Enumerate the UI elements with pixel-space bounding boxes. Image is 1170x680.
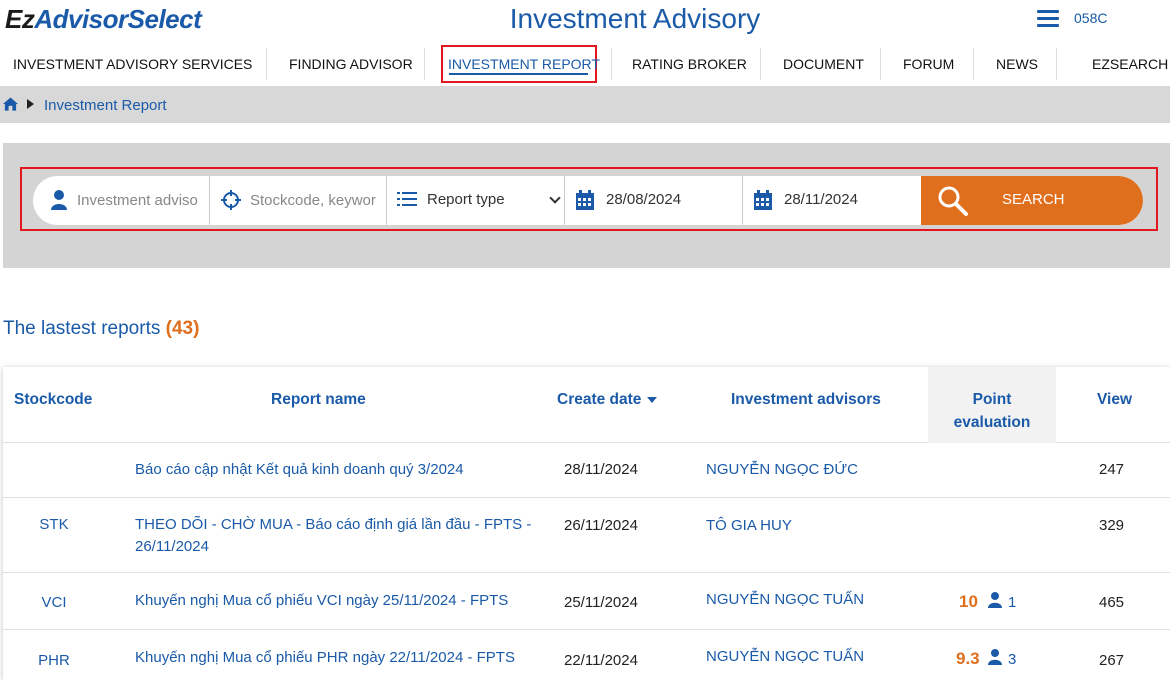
reports-count: (43) [165, 318, 200, 339]
nav-divider [1056, 48, 1057, 80]
row-raters: 3 [1008, 651, 1017, 668]
search-bar: Investment adviso Stockcode, keywor Repo… [33, 176, 1143, 225]
nav-divider [880, 48, 881, 80]
keyword-placeholder: Stockcode, keywor [250, 192, 376, 209]
row-report-name[interactable]: Khuyến nghị Mua cổ phiếu PHR ngày 22/11/… [135, 647, 535, 669]
top-bar: EzAdvisorSelect Investment Advisory 058C [0, 0, 1170, 42]
col-point-line2: evaluation [953, 414, 1031, 431]
row-stockcode[interactable]: VCI [6, 594, 102, 611]
row-advisor[interactable]: NGUYỄN NGỌC ĐỨC [706, 461, 858, 478]
row-view: 247 [1099, 461, 1125, 478]
table-row[interactable]: PHR Khuyến nghị Mua cổ phiếu PHR ngày 22… [3, 630, 1170, 680]
col-advisors[interactable]: Investment advisors [731, 391, 881, 409]
nav-forum[interactable]: FORUM [903, 42, 954, 86]
col-stockcode[interactable]: Stockcode [14, 391, 92, 409]
crosshair-icon [221, 190, 241, 210]
nav-rating-broker[interactable]: RATING BROKER [632, 42, 747, 86]
nav-news[interactable]: NEWS [996, 42, 1038, 86]
table-row[interactable]: VCI Khuyến nghị Mua cổ phiếu VCI ngày 25… [3, 573, 1170, 630]
row-report-name[interactable]: Báo cáo cập nhật Kết quả kinh doanh quý … [135, 459, 535, 481]
page-title: Investment Advisory [509, 3, 761, 34]
search-panel: Investment adviso Stockcode, keywor Repo… [3, 143, 1170, 268]
breadcrumb: Investment Report [0, 86, 1170, 123]
user-code[interactable]: 058C [1074, 10, 1107, 26]
row-advisor[interactable]: NGUYỄN NGỌC TUẤN [706, 591, 864, 608]
date-from-input[interactable]: 28/08/2024 [565, 176, 743, 225]
row-stockcode[interactable]: PHR [6, 652, 102, 669]
row-report-name[interactable]: Khuyến nghị Mua cổ phiếu VCI ngày 25/11/… [135, 590, 535, 612]
reports-table: Stockcode Report name Create date Invest… [3, 367, 1170, 680]
nav-divider [266, 48, 267, 80]
person-icon [988, 592, 1002, 608]
nav-investment-advisory-services[interactable]: INVESTMENT ADVISORY SERVICES [13, 42, 252, 86]
main-nav: INVESTMENT ADVISORY SERVICES FINDING ADV… [0, 42, 1170, 86]
report-type-value: Report type [427, 191, 505, 208]
row-view: 267 [1099, 652, 1125, 669]
calendar-icon [754, 190, 772, 210]
advisor-input[interactable]: Investment adviso [33, 176, 210, 225]
search-button-label: SEARCH [1002, 191, 1065, 208]
col-report-name[interactable]: Report name [271, 391, 366, 409]
nav-divider [760, 48, 761, 80]
date-to-value: 28/11/2024 [784, 191, 858, 208]
row-view: 465 [1099, 594, 1125, 611]
list-icon [397, 192, 417, 206]
advisor-placeholder: Investment adviso [77, 192, 198, 209]
nav-ezsearch[interactable]: EZSEARCH [1092, 42, 1168, 86]
row-advisor[interactable]: TÔ GIA HUY [706, 517, 792, 534]
breadcrumb-arrow-icon [27, 99, 34, 109]
table-header: Stockcode Report name Create date Invest… [3, 367, 1170, 443]
nav-active-underline [449, 73, 588, 75]
row-report-name[interactable]: THEO DÕI - CHỜ MUA - Báo cáo định giá lầ… [135, 514, 535, 558]
row-point: 9.3 [956, 649, 980, 668]
person-icon [988, 649, 1002, 665]
col-point-line1: Point [972, 391, 1012, 408]
col-point-evaluation[interactable]: Point evaluation [928, 367, 1056, 443]
nav-divider [424, 48, 425, 80]
nav-divider [611, 48, 612, 80]
row-raters: 1 [1008, 594, 1017, 611]
date-from-value: 28/08/2024 [606, 191, 682, 208]
sort-desc-icon [646, 396, 657, 403]
table-row[interactable]: STK THEO DÕI - CHỜ MUA - Báo cáo định gi… [3, 498, 1170, 573]
row-point: 10 [959, 592, 978, 611]
breadcrumb-current[interactable]: Investment Report [44, 97, 167, 114]
keyword-input[interactable]: Stockcode, keywor [210, 176, 387, 225]
report-type-select[interactable]: Report type [387, 176, 565, 225]
row-create-date: 26/11/2024 [564, 517, 638, 534]
nav-finding-advisor[interactable]: FINDING ADVISOR [289, 42, 413, 86]
col-create-date[interactable]: Create date [557, 391, 657, 409]
nav-investment-report[interactable]: INVESTMENT REPORT [448, 42, 600, 86]
row-create-date: 22/11/2024 [564, 652, 638, 669]
home-icon[interactable] [3, 97, 18, 111]
reports-heading: The lastest reports (43) [3, 318, 199, 340]
search-icon [938, 186, 968, 216]
nav-document[interactable]: DOCUMENT [783, 42, 864, 86]
reports-title: The lastest reports [3, 318, 161, 339]
row-stockcode[interactable]: STK [6, 516, 102, 533]
date-to-input[interactable]: 28/11/2024 [743, 176, 921, 225]
chevron-down-icon [549, 192, 561, 204]
nav-divider [973, 48, 974, 80]
person-icon [51, 190, 67, 210]
col-create-date-label: Create date [557, 391, 642, 408]
hamburger-menu-icon[interactable] [1037, 10, 1059, 28]
row-create-date: 28/11/2024 [564, 461, 638, 478]
row-create-date: 25/11/2024 [564, 594, 638, 611]
row-view: 329 [1099, 517, 1125, 534]
search-button[interactable]: SEARCH [921, 176, 1143, 225]
row-advisor[interactable]: NGUYỄN NGỌC TUẤN [706, 648, 864, 665]
table-row[interactable]: Báo cáo cập nhật Kết quả kinh doanh quý … [3, 443, 1170, 498]
calendar-icon [576, 190, 594, 210]
col-view[interactable]: View [1097, 391, 1132, 409]
